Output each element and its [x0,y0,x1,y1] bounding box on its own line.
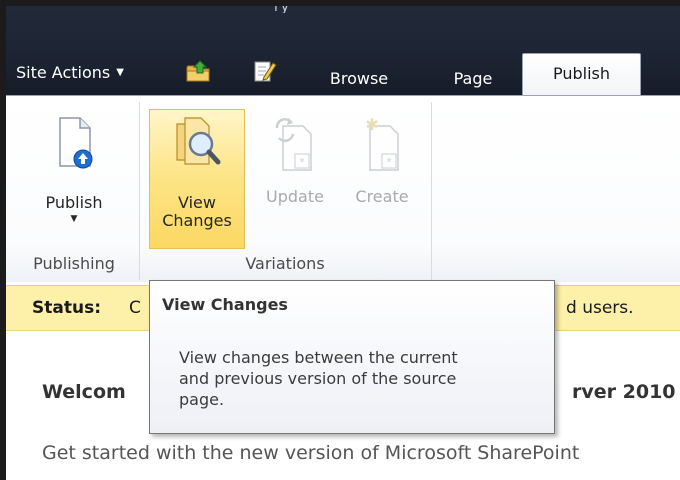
svg-text:✱: ✱ [365,116,378,134]
tab-publish[interactable]: Publish [522,53,641,95]
create-label: Create [355,187,409,206]
update-button[interactable]: * Update [252,110,338,230]
site-actions-label: Site Actions [16,62,111,82]
tooltip-description: View changes between the current and pre… [179,347,549,410]
tooltip-line-2: and previous version of the source [179,369,457,388]
create-button[interactable]: * ✱ Create [342,110,422,230]
sharepoint-window: ry Site Actions ▼ Browse Page [6,6,680,480]
status-text-left: C [129,298,141,318]
status-text-right: d users. [566,298,634,318]
group-label-variations: Variations [245,254,325,273]
publish-dropdown-arrow-icon: ▼ [70,214,78,224]
site-title-fragment: ry [274,6,424,13]
create-icon: * ✱ [360,115,404,172]
edit-page-icon[interactable] [251,58,279,84]
view-changes-button[interactable]: View Changes [149,109,245,249]
welcome-heading-right: rver 2010 [572,381,676,403]
tooltip-title: View Changes [162,295,288,314]
top-bar: ry Site Actions ▼ Browse Page [6,6,680,95]
ribbon: Publish ▼ Publishing View Changes * Upda… [6,95,680,282]
tooltip-line-3: page. [179,390,225,409]
welcome-heading-left: Welcom [42,381,126,403]
view-changes-label-line1: View [178,193,216,212]
view-changes-icon [173,116,221,172]
chevron-down-icon: ▼ [116,66,124,78]
up-folder-icon[interactable] [184,58,212,84]
tooltip-line-1: View changes between the current [179,348,458,367]
group-label-publishing: Publishing [33,254,115,273]
view-changes-label-line2: Changes [162,211,232,230]
group-separator [431,102,432,280]
title-strip: ry [6,6,680,46]
svg-text:*: * [300,157,305,168]
get-started-text: Get started with the new version of Micr… [42,442,580,464]
group-separator [139,102,140,280]
svg-text:*: * [387,157,392,168]
view-changes-tooltip: View Changes View changes between the cu… [149,280,555,434]
site-actions-menu[interactable]: Site Actions ▼ [16,60,124,84]
status-label: Status: [32,298,101,318]
update-label: Update [266,187,324,206]
tab-page[interactable]: Page [437,62,509,95]
tab-browse[interactable]: Browse [313,62,405,95]
publish-button[interactable]: Publish ▼ [26,110,122,250]
update-icon: * [273,116,317,172]
publish-icon [54,116,94,172]
publish-label: Publish [45,193,103,212]
